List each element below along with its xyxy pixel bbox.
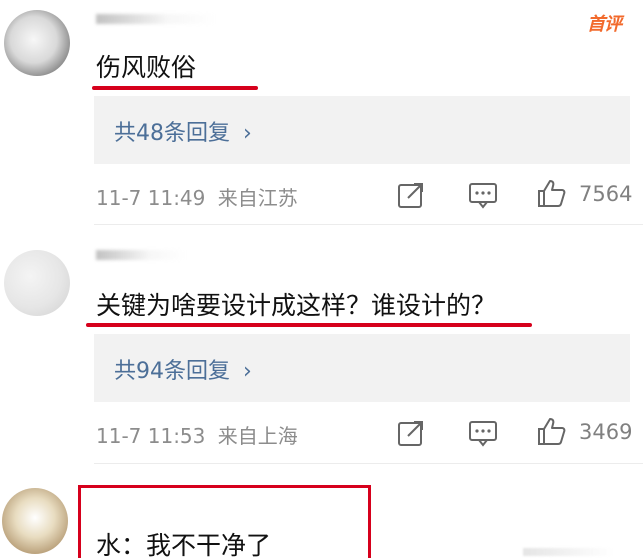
like-icon[interactable] xyxy=(536,416,566,446)
like-count: 3469 xyxy=(579,420,633,444)
comment-thread: 首评 伤风败俗 共48条回复 › 11-7 11:49 来自江苏 7564 关键… xyxy=(0,0,643,558)
share-icon[interactable] xyxy=(396,418,426,448)
comment-icon[interactable] xyxy=(468,418,498,448)
avatar[interactable] xyxy=(4,250,70,316)
username[interactable] xyxy=(96,250,186,260)
divider xyxy=(94,463,643,464)
chevron-right-icon: › xyxy=(243,359,252,384)
comment-time: 11-7 11:53 xyxy=(96,424,206,448)
comment-text: 水：我不干净了 xyxy=(96,531,272,558)
avatar[interactable] xyxy=(2,488,68,554)
comment-location: 来自上海 xyxy=(217,424,298,448)
comment-item: 关键为啥要设计成这样？谁设计的？ 共94条回复 › 11-7 11:53 来自上… xyxy=(0,0,643,470)
replies-link[interactable]: 共94条回复 › xyxy=(114,353,252,385)
replies-box[interactable]: 共94条回复 › xyxy=(94,334,630,402)
red-underline-annotation xyxy=(86,323,532,327)
comment-text: 关键为啥要设计成这样？谁设计的？ xyxy=(96,291,497,320)
faint-metadata xyxy=(523,548,613,556)
comment-meta: 11-7 11:53 来自上海 xyxy=(96,420,298,449)
